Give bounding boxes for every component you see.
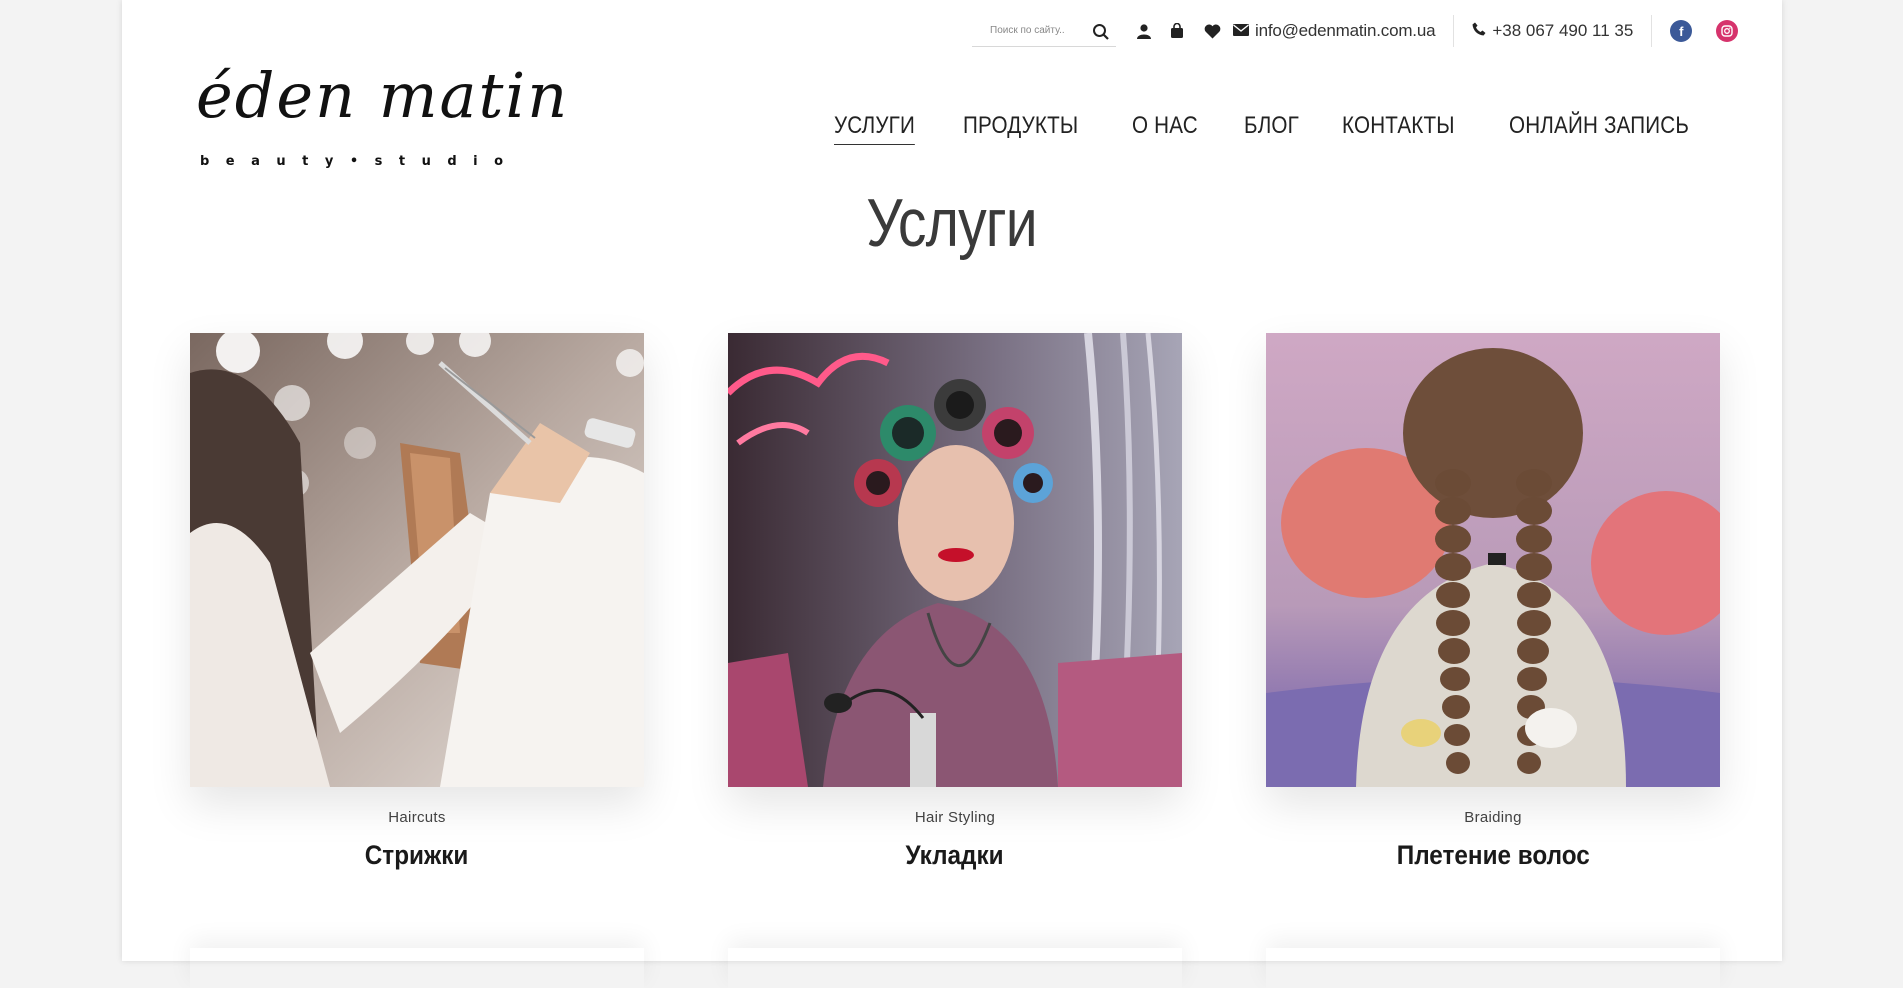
- phone-link[interactable]: +38 067 490 11 35: [1472, 21, 1633, 41]
- main-nav: УСЛУГИ ПРОДУКТЫ О НАС БЛОГ КОНТАКТЫ ОНЛА…: [833, 112, 1718, 145]
- heart-icon[interactable]: [1204, 24, 1221, 39]
- service-title-text: Стрижки: [365, 840, 469, 870]
- mail-icon: [1233, 21, 1249, 41]
- nav-item-blog[interactable]: БЛОГ: [1244, 112, 1299, 145]
- bag-icon[interactable]: [1170, 23, 1184, 39]
- service-image-braiding[interactable]: [1266, 333, 1720, 787]
- search-box: [972, 16, 1116, 47]
- user-icon[interactable]: [1136, 23, 1152, 39]
- service-title-text: Укладки: [905, 840, 1005, 870]
- service-title-text: Плетение волос: [1396, 840, 1590, 870]
- site-logo[interactable]: éden matin beauty•studio: [196, 56, 606, 174]
- service-title[interactable]: Укладки: [728, 840, 1182, 871]
- email-link[interactable]: info@edenmatin.com.ua: [1233, 21, 1436, 41]
- service-card-hair-styling[interactable]: Hair Styling Укладки: [728, 333, 1182, 871]
- page-title-text: Услуги: [866, 185, 1038, 261]
- service-title[interactable]: Плетение волос: [1266, 840, 1720, 871]
- service-card-haircuts[interactable]: Haircuts Стрижки: [190, 333, 644, 871]
- divider: [1453, 15, 1455, 47]
- search-icon[interactable]: [1092, 23, 1110, 46]
- nav-item-services[interactable]: УСЛУГИ: [833, 112, 915, 145]
- service-title[interactable]: Стрижки: [190, 840, 644, 871]
- phone-text: +38 067 490 11 35: [1492, 21, 1634, 40]
- divider: [1651, 15, 1653, 47]
- social-links: f: [1670, 20, 1739, 42]
- search-input[interactable]: [972, 24, 1102, 37]
- page-container: info@edenmatin.com.ua +38 067 490 11 35 …: [122, 0, 1782, 961]
- service-subtitle: Hair Styling: [914, 809, 996, 826]
- logo-wordmark: éden matin: [196, 59, 570, 132]
- next-row-card-edge: [190, 948, 644, 988]
- nav-item-about[interactable]: О НАС: [1132, 112, 1198, 145]
- next-row-card-edge: [1266, 948, 1720, 988]
- service-image-hair-styling[interactable]: [728, 333, 1182, 787]
- nav-item-products[interactable]: ПРОДУКТЫ: [963, 112, 1078, 145]
- service-image-haircuts[interactable]: [190, 333, 644, 787]
- nav-item-online-booking[interactable]: ОНЛАЙН ЗАПИСЬ: [1509, 112, 1689, 145]
- top-utility-bar: info@edenmatin.com.ua +38 067 490 11 35 …: [972, 14, 1739, 48]
- email-text: info@edenmatin.com.ua: [1255, 21, 1436, 40]
- service-subtitle: Haircuts: [388, 809, 446, 826]
- nav-item-contacts[interactable]: КОНТАКТЫ: [1342, 112, 1455, 145]
- facebook-glyph: f: [1679, 23, 1684, 39]
- facebook-icon[interactable]: f: [1670, 20, 1693, 42]
- page-title: Услуги: [122, 184, 1782, 262]
- logo-tagline: beauty•studio: [200, 154, 520, 169]
- phone-icon: [1472, 21, 1486, 41]
- next-row-card-edge: [728, 948, 1182, 988]
- instagram-icon[interactable]: [1716, 20, 1739, 42]
- service-subtitle: Braiding: [1464, 809, 1522, 826]
- service-card-braiding[interactable]: Braiding Плетение волос: [1266, 333, 1720, 871]
